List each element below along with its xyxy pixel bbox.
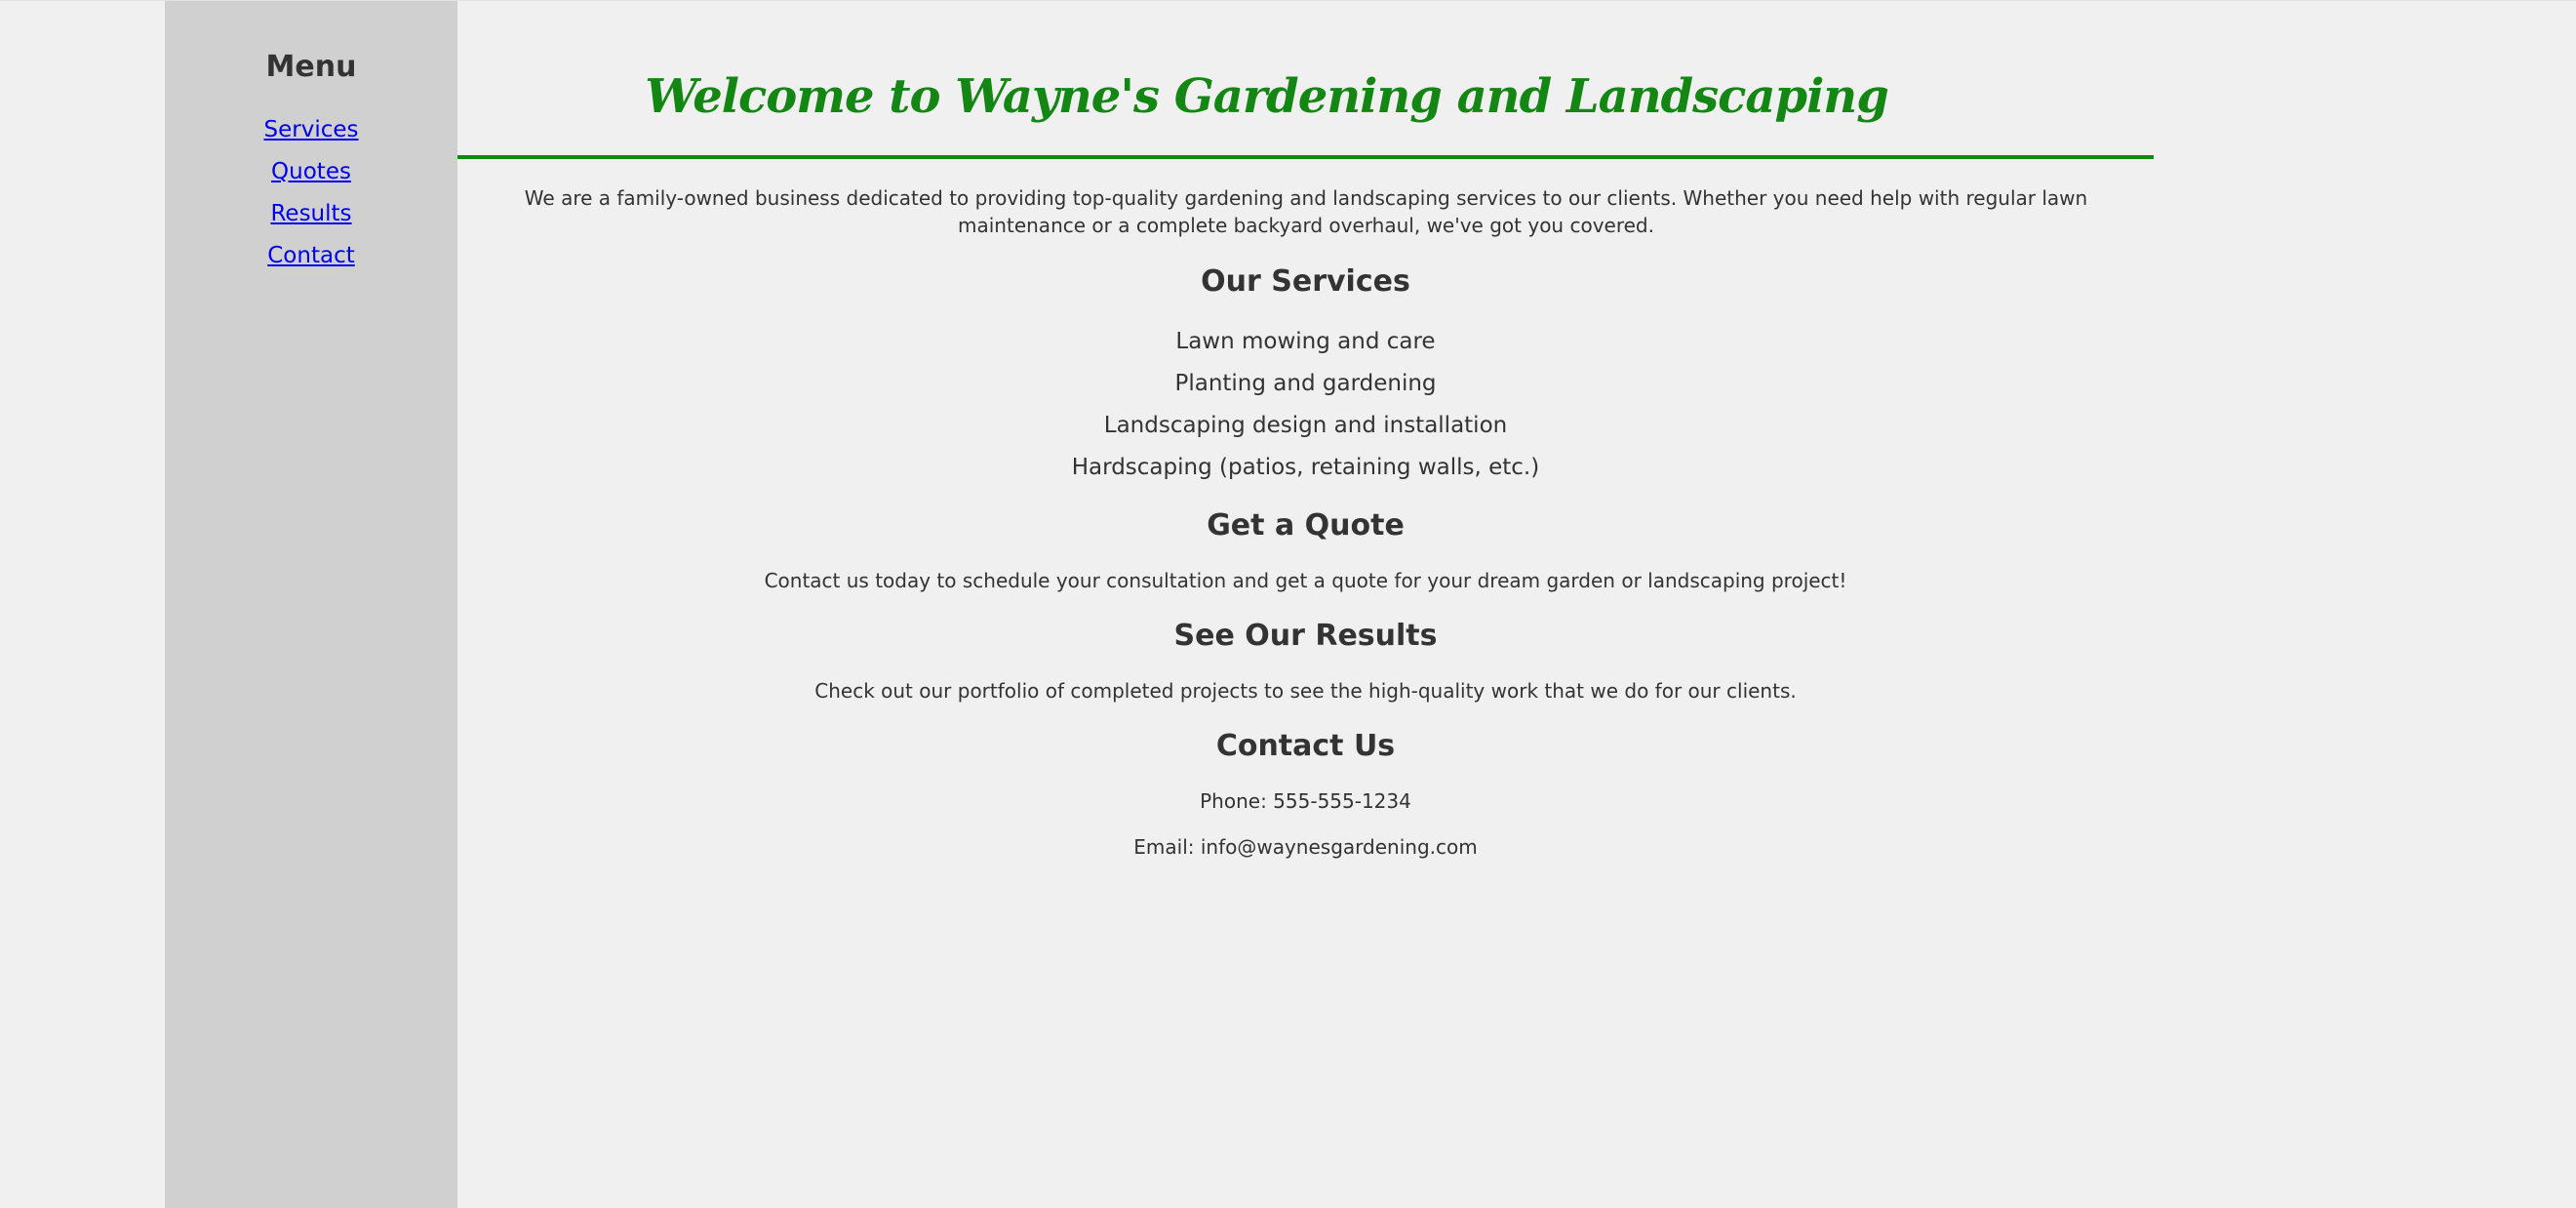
sidebar-item-results: Results — [165, 196, 457, 238]
service-item: Landscaping design and installation — [1103, 413, 1508, 438]
quote-heading: Get a Quote — [1207, 508, 1405, 543]
sidebar-item-services: Services — [165, 112, 457, 154]
services-heading: Our Services — [1201, 264, 1410, 299]
quote-text: Contact us today to schedule your consul… — [764, 569, 1847, 592]
title-divider — [457, 155, 2154, 159]
service-item: Hardscaping (patios, retaining walls, et… — [1071, 455, 1540, 480]
page-title: Welcome to Wayne's Gardening and Landsca… — [645, 69, 1889, 124]
services-link[interactable]: Services — [264, 117, 359, 142]
page: Menu Services Quotes Results Contact Wel… — [0, 0, 2576, 1208]
contact-link[interactable]: Contact — [267, 243, 354, 268]
service-item: Lawn mowing and care — [1175, 329, 1436, 354]
quotes-link[interactable]: Quotes — [271, 159, 351, 184]
services-list: Lawn mowing and care Planting and garden… — [457, 323, 2154, 491]
contact-heading: Contact Us — [1215, 729, 1396, 763]
sidebar-item-contact: Contact — [165, 238, 457, 280]
contact-phone: Phone: 555-555-1234 — [1200, 789, 1411, 813]
service-item: Planting and gardening — [1174, 371, 1437, 396]
sidebar-menu: Services Quotes Results Contact — [165, 112, 457, 280]
contact-email: Email: info@waynesgardening.com — [1133, 835, 1478, 859]
sidebar: Menu Services Quotes Results Contact — [165, 1, 457, 1208]
results-text: Check out our portfolio of completed pro… — [814, 679, 1797, 703]
results-heading: See Our Results — [1173, 619, 1438, 653]
sidebar-heading: Menu — [265, 50, 357, 84]
results-link[interactable]: Results — [270, 201, 351, 226]
sidebar-item-quotes: Quotes — [165, 154, 457, 196]
intro-text: We are a family-owned business dedicated… — [524, 186, 2088, 237]
